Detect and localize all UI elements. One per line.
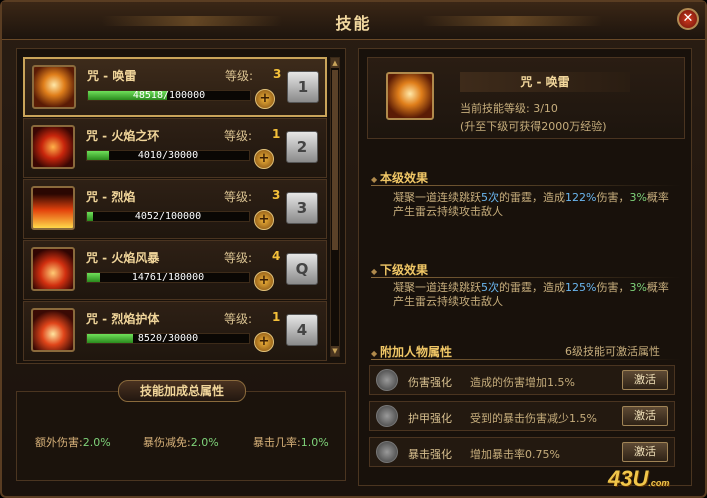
extra-attributes-title: 附加人物属性 (371, 343, 452, 360)
attribute-name: 暴击强化 (408, 448, 452, 461)
detail-skill-name: 咒 - 唤雷 (460, 72, 630, 92)
activate-button[interactable]: 激活 (622, 442, 668, 462)
exp-text: 4010/30000 (137, 150, 199, 161)
divider (371, 185, 681, 186)
bonus-crit-damage-reduction: 暴伤减免:2.0% (143, 436, 219, 449)
exp-text: 48518/100000 (132, 90, 206, 101)
hotkey-slot[interactable]: 2 (286, 131, 318, 163)
skill-detail-panel: 咒 - 唤雷 当前技能等级: 3/10 (升至下级可获得2000万经验) 本级效… (358, 48, 692, 486)
bonus-panel: 额外伤害:2.0% 暴伤减免:2.0% 暴击几率:1.0% (16, 391, 346, 481)
next-effect-text: 凝聚一道连续跳跃5次的雷霆，造成125%伤害，3%概率产生雷云持续攻击敌人 (393, 281, 669, 308)
level-label: 等级: (224, 312, 253, 326)
title-ornament-right (422, 16, 602, 26)
close-icon[interactable]: ✕ (683, 11, 694, 26)
current-effect-title: 本级效果 (371, 169, 428, 186)
activate-button[interactable]: 激活 (622, 370, 668, 390)
exp-bar: 4052/100000 (86, 211, 250, 222)
skill-row-blaze[interactable]: 咒 - 烈焰 等级: 3 4052/100000 + 3 (23, 179, 327, 239)
attribute-row-armor-boost: 护甲强化 受到的暴击伤害减少1.5% 激活 (369, 401, 675, 431)
lightning-icon (32, 65, 76, 109)
attribute-name: 护甲强化 (408, 412, 452, 425)
divider (371, 359, 681, 360)
exp-text: 8520/30000 (137, 333, 199, 344)
fire-storm-icon (31, 247, 75, 291)
lightning-icon (386, 72, 434, 120)
dragon-emblem-icon (376, 369, 398, 391)
activate-button[interactable]: 激活 (622, 406, 668, 426)
title-bar: 技能 ✕ (2, 2, 705, 40)
close-button[interactable]: ✕ (677, 8, 699, 30)
window-title: 技能 (335, 14, 372, 33)
attribute-row-damage-boost: 伤害强化 造成的伤害增加1.5% 激活 (369, 365, 675, 395)
hotkey-slot[interactable]: 3 (286, 192, 318, 224)
exp-bar: 14761/180000 (86, 272, 250, 283)
upgrade-button[interactable]: + (254, 271, 274, 291)
attribute-name: 伤害强化 (408, 376, 452, 389)
exp-bar: 48518/100000 (87, 90, 251, 101)
level-label: 等级: (224, 129, 253, 143)
bonus-crit-rate: 暴击几率:1.0% (253, 436, 329, 449)
upgrade-button[interactable]: + (254, 210, 274, 230)
fire-ring-icon (31, 125, 75, 169)
attributes-unlock-hint: 6级技能可激活属性 (565, 345, 660, 358)
upgrade-button[interactable]: + (254, 149, 274, 169)
exp-text: 4052/100000 (134, 211, 202, 222)
hotkey-slot[interactable]: 1 (287, 71, 319, 103)
skill-name: 咒 - 烈焰 (86, 190, 136, 204)
skill-row-flame-shield[interactable]: 咒 - 烈焰护体 等级: 1 8520/30000 + 4 (23, 301, 327, 361)
upgrade-button[interactable]: + (254, 332, 274, 352)
hotkey-slot[interactable]: 4 (286, 314, 318, 346)
flame-shield-icon (31, 308, 75, 352)
exp-text: 14761/180000 (131, 272, 205, 283)
dragon-emblem-icon (376, 405, 398, 427)
skills-window: 技能 ✕ 咒 - 唤雷 等级: 3 48518/100000 + 1 咒 - 火… (0, 0, 707, 498)
upgrade-button[interactable]: + (255, 89, 275, 109)
level-value: 4 (272, 249, 281, 263)
attribute-desc: 造成的伤害增加1.5% (470, 376, 575, 389)
divider (371, 277, 681, 278)
level-value: 3 (272, 188, 281, 202)
attribute-desc: 增加暴击率0.75% (470, 448, 560, 461)
current-level-text: 当前技能等级: 3/10 (460, 102, 558, 115)
skill-name: 咒 - 烈焰护体 (86, 312, 160, 326)
hotkey-slot[interactable]: Q (286, 253, 318, 285)
scroll-up-icon[interactable]: ▲ (331, 58, 339, 68)
detail-header: 咒 - 唤雷 当前技能等级: 3/10 (升至下级可获得2000万经验) (367, 57, 685, 139)
level-value: 3 (273, 67, 282, 81)
bonus-extra-damage: 额外伤害:2.0% (35, 436, 111, 449)
level-label: 等级: (224, 251, 253, 265)
skill-row-summon-thunder[interactable]: 咒 - 唤雷 等级: 3 48518/100000 + 1 (23, 57, 327, 117)
bonus-title: 技能加成总属性 (118, 380, 246, 402)
skill-row-fire-storm[interactable]: 咒 - 火焰风暴 等级: 4 14761/180000 + Q (23, 240, 327, 300)
upgrade-hint-text: (升至下级可获得2000万经验) (460, 120, 607, 133)
scroll-down-icon[interactable]: ▼ (331, 346, 339, 356)
flame-icon (31, 186, 75, 230)
site-watermark-logo: 43U.com (608, 466, 670, 491)
skill-name: 咒 - 火焰风暴 (86, 251, 160, 265)
current-effect-text: 凝聚一道连续跳跃5次的雷霆，造成122%伤害，3%概率产生雷云持续攻击敌人 (393, 191, 669, 218)
level-label: 等级: (224, 190, 253, 204)
skill-name: 咒 - 火焰之环 (86, 129, 160, 143)
level-value: 1 (272, 310, 281, 324)
attribute-row-crit-boost: 暴击强化 增加暴击率0.75% 激活 (369, 437, 675, 467)
title-ornament-left (102, 16, 282, 26)
scroll-thumb[interactable] (332, 70, 338, 250)
skill-list: 咒 - 唤雷 等级: 3 48518/100000 + 1 咒 - 火焰之环 等… (16, 48, 346, 364)
exp-bar: 4010/30000 (86, 150, 250, 161)
level-label: 等级: (225, 69, 254, 83)
level-value: 1 (272, 127, 281, 141)
attribute-desc: 受到的暴击伤害减少1.5% (470, 412, 597, 425)
exp-bar: 8520/30000 (86, 333, 250, 344)
skill-row-fire-ring[interactable]: 咒 - 火焰之环 等级: 1 4010/30000 + 2 (23, 118, 327, 178)
skill-list-scrollbar[interactable]: ▲ ▼ (330, 57, 340, 357)
dragon-emblem-icon (376, 441, 398, 463)
next-effect-title: 下级效果 (371, 261, 428, 278)
skill-name: 咒 - 唤雷 (87, 69, 137, 83)
